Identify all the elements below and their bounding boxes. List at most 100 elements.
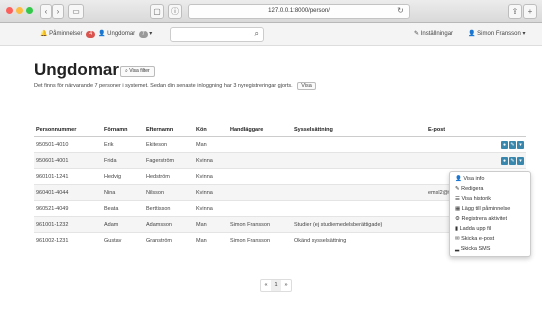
menu-item-history[interactable]: ☰ Visa historik [450,194,530,204]
menu-item-upload-file[interactable]: ▮ Ladda upp fil [450,224,530,234]
pagination: «1» [260,279,292,292]
cell: Man [194,216,228,233]
cell: Ekiteson [144,136,194,153]
cell: Kvinna [194,200,228,217]
address-bar[interactable]: 127.0.0.1:8000/person/ [188,4,410,19]
info-text: Det finns för närvarande 7 personer i sy… [34,82,316,90]
cell: Gustav [102,232,144,248]
cell: 950501-4010 [34,136,102,153]
cell: Kvinna [194,184,228,201]
column-header[interactable]: E-post [426,124,526,137]
cell [228,200,292,217]
close-window-icon[interactable] [6,7,13,14]
pager-next[interactable]: » [281,280,291,291]
bell-icon: 🔔 [40,31,48,37]
cell: 961001-1232 [34,216,102,233]
user-icon[interactable]: ● [501,140,508,149]
cell: Studier (ej studiemedelsberättigade) [292,216,426,233]
column-header[interactable]: Förnamn [102,124,144,137]
show-filter-button[interactable]: ⌕ Visa filter [120,66,155,77]
show-new-button[interactable]: Visa [297,82,316,90]
column-header[interactable]: Kön [194,124,228,137]
browser-chrome: ‹ › ▭ ▢ ⓘ 127.0.0.1:8000/person/ ↻ ⇪ + [0,0,542,23]
cell: Nina [102,184,144,201]
cell: Man [194,136,228,153]
row-actions: ● ✎ ▾ [500,156,524,165]
cell: Adam [102,216,144,233]
minimize-window-icon[interactable] [16,7,23,14]
pager-prev[interactable]: « [261,280,271,291]
back-icon[interactable]: ‹ [40,4,52,19]
column-header[interactable]: Personnummer [34,124,102,137]
zoom-window-icon[interactable] [26,7,33,14]
cell [292,136,426,153]
settings-link[interactable]: ✎ Inställningar [414,30,453,37]
info-icon[interactable]: ⓘ [168,4,182,19]
cell: Hedvig [102,168,144,185]
menu-item-add-reminder[interactable]: ▦ Lägg till påminnelse [450,204,530,214]
caret-down-icon: ▾ [149,31,153,37]
section-dropdown[interactable]: 👤 Ungdomar 7 ▾ [98,30,152,38]
menu-item-show-info[interactable]: 👤 Visa info [450,174,530,184]
cell: Berttisson [144,200,194,217]
notifications-link[interactable]: 🔔 Påminnelser 4 [40,30,95,38]
cell: Kvinna [194,168,228,185]
user-icon[interactable]: ● [501,156,508,165]
column-header[interactable]: Efternamn [144,124,194,137]
search-input[interactable]: ⌕ [170,27,264,42]
sidebar-icon[interactable]: ▭ [68,4,84,19]
cell: Adamsson [144,216,194,233]
cell [228,184,292,201]
cell: Granström [144,232,194,248]
row-action-menu: 👤 Visa info ✎ Redigera ☰ Visa historik ▦… [449,171,531,257]
cell: Hedström [144,168,194,185]
reload-icon[interactable]: ↻ [396,4,405,17]
cell: Kvinna [194,152,228,169]
cell: Beata [102,200,144,217]
column-header[interactable]: Handläggare [228,124,292,137]
edit-icon[interactable]: ✎ [509,140,516,149]
search-icon[interactable]: ⌕ [255,29,259,39]
cell: Okänd sysselsättning [292,232,426,248]
table-row[interactable]: 950501-4010 Erik Ekiteson Man ● ✎ ▾ [34,136,526,153]
column-header[interactable]: Sysselsättning [292,124,426,137]
caret-down-icon: ▾ [522,31,526,37]
cell: Simon Fransson [228,232,292,248]
forward-icon[interactable]: › [52,4,64,19]
cell: Frida [102,152,144,169]
cell: 961002-1231 [34,232,102,248]
cell [292,168,426,185]
share-icon[interactable]: ⇪ [508,4,522,19]
cell [228,152,292,169]
caret-down-icon[interactable]: ▾ [517,140,524,149]
cell: ● ✎ ▾ [426,152,526,169]
app-navbar: 🔔 Påminnelser 4 👤 Ungdomar 7 ▾ ⌕ ✎ Instä… [0,23,542,46]
cell [228,136,292,153]
pager-page[interactable]: 1 [271,280,281,291]
calendar-icon: ▦ [455,206,462,212]
menu-item-send-sms[interactable]: ▂ Skicka SMS [450,244,530,254]
row-actions: ● ✎ ▾ [500,140,524,149]
user-menu[interactable]: 👤 Simon Fransson ▾ [468,30,526,37]
cell: 960101-1241 [34,168,102,185]
table-header-row: Personnummer Förnamn Efternamn Kön Handl… [34,124,526,137]
cell: Erik [102,136,144,153]
edit-icon[interactable]: ✎ [509,156,516,165]
page-title: Ungdomar [34,60,119,79]
cell [292,152,426,169]
cell: 960401-4044 [34,184,102,201]
menu-item-send-email[interactable]: ✉ Skicka e-post [450,234,530,244]
user-icon: 👤 [98,31,106,37]
new-tab-icon[interactable]: + [523,4,537,19]
menu-item-edit[interactable]: ✎ Redigera [450,184,530,194]
cell: 960521-4049 [34,200,102,217]
table-row[interactable]: 950601-4001 Frida Fagerström Kvinna ● ✎ ▾ [34,152,526,169]
user-icon: 👤 [468,31,476,37]
caret-down-icon[interactable]: ▾ [517,156,524,165]
cell: ● ✎ ▾ [426,136,526,153]
tab-overview-icon[interactable]: ▢ [150,4,164,19]
cell: Man [194,232,228,248]
menu-item-register-activity[interactable]: ⚙ Registrera aktivitet [450,214,530,224]
cell: Simon Fransson [228,216,292,233]
cell [292,200,426,217]
